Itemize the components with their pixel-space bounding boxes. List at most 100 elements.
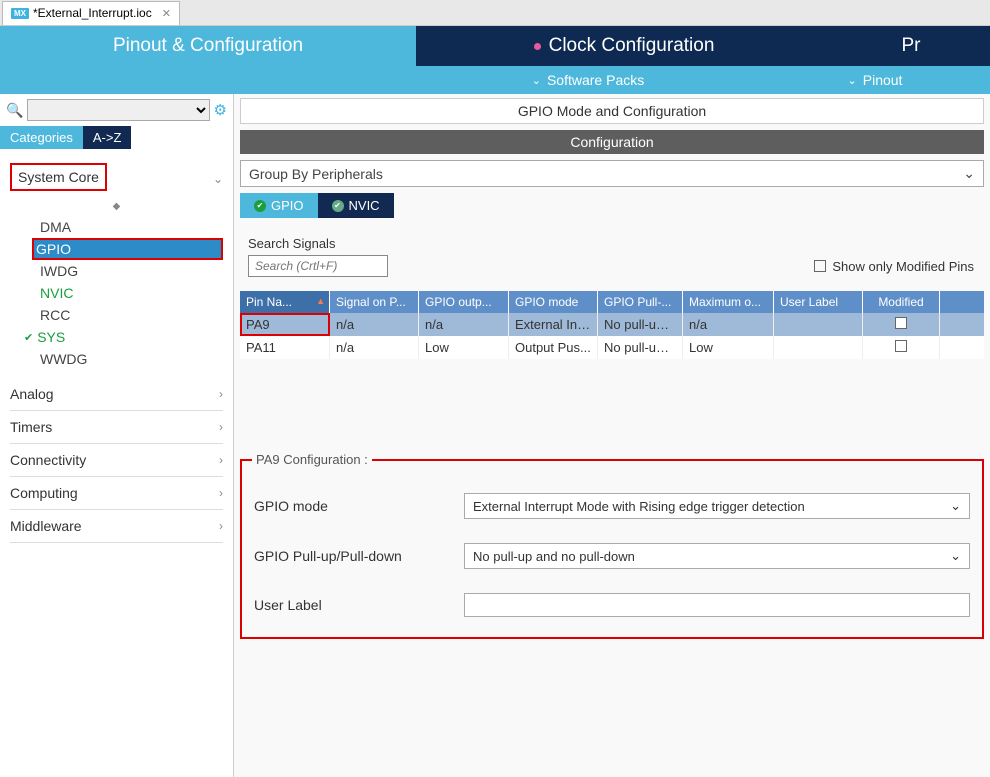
th-label[interactable]: User Label: [774, 291, 863, 313]
table-row[interactable]: PA9 n/a n/a External Int... No pull-up .…: [240, 313, 984, 336]
subnav-software-packs[interactable]: ⌄ Software Packs: [416, 72, 760, 88]
cell-mode: External Int...: [509, 313, 598, 336]
file-tab[interactable]: MX *External_Interrupt.ioc ✕: [2, 1, 180, 25]
mx-icon: MX: [11, 8, 29, 19]
gear-icon[interactable]: ⚙: [214, 101, 227, 119]
th-mode[interactable]: GPIO mode: [509, 291, 598, 313]
cell-signal: n/a: [330, 313, 419, 336]
cell-pin: PA11: [240, 336, 330, 359]
search-icon[interactable]: 🔍: [6, 102, 23, 119]
pull-select[interactable]: No pull-up and no pull-down ⌄: [464, 543, 970, 569]
cell-pull: No pull-up ...: [598, 313, 683, 336]
sidebar-item-dma[interactable]: DMA: [36, 216, 223, 238]
chevron-down-icon: ⌄: [848, 74, 857, 87]
th-label: Pin Na...: [246, 295, 292, 309]
sidebar-search-select[interactable]: [27, 99, 209, 121]
gpio-mode-label: GPIO mode: [254, 498, 464, 514]
select-value: External Interrupt Mode with Rising edge…: [473, 499, 805, 514]
th-modified[interactable]: Modified: [863, 291, 940, 313]
checkbox-icon: [814, 260, 826, 272]
category-computing[interactable]: Computing ›: [10, 477, 223, 510]
subtab-gpio[interactable]: ✔ GPIO: [240, 193, 318, 218]
subnav-pinout[interactable]: ⌄ Pinout: [760, 72, 990, 88]
category-label: Timers: [10, 419, 52, 435]
check-circle-icon: ✔: [254, 200, 266, 212]
subtab-nvic[interactable]: ✔ NVIC: [318, 193, 394, 218]
tab-az[interactable]: A->Z: [83, 126, 132, 149]
sidebar: 🔍 ⚙ Categories A->Z System Core ⌄ ◆ DMA …: [0, 94, 234, 777]
category-timers[interactable]: Timers ›: [10, 411, 223, 444]
cell-signal: n/a: [330, 336, 419, 359]
tab-clock-config[interactable]: Clock Configuration: [416, 26, 832, 66]
subtab-label: GPIO: [271, 198, 304, 213]
cell-modified[interactable]: [863, 313, 940, 336]
sidebar-item-rcc[interactable]: RCC: [36, 304, 223, 326]
chevron-down-icon: ⌄: [532, 74, 541, 87]
category-label: Middleware: [10, 518, 82, 534]
category-connectivity[interactable]: Connectivity ›: [10, 444, 223, 477]
tab-label: Pr: [902, 35, 921, 57]
cell-modified[interactable]: [863, 336, 940, 359]
close-icon[interactable]: ✕: [162, 7, 171, 20]
category-system-core[interactable]: System Core: [10, 163, 107, 191]
config-bar: Configuration: [240, 130, 984, 154]
sidebar-item-sys[interactable]: ✔ SYS: [36, 326, 223, 348]
sort-asc-icon: ▲: [316, 296, 325, 306]
tab-project[interactable]: Pr: [832, 26, 990, 66]
user-label-input[interactable]: [464, 593, 970, 617]
file-tab-name: *External_Interrupt.ioc: [33, 6, 152, 20]
main-nav: Pinout & Configuration Clock Configurati…: [0, 26, 990, 66]
up-arrow-icon[interactable]: ◆: [10, 199, 223, 214]
cell-max: Low: [683, 336, 774, 359]
chevron-down-icon: ⌄: [950, 498, 961, 514]
th-max[interactable]: Maximum o...: [683, 291, 774, 313]
search-signals-label: Search Signals: [248, 236, 984, 251]
cell-mode: Output Pus...: [509, 336, 598, 359]
tab-pinout-config[interactable]: Pinout & Configuration: [0, 26, 416, 66]
pull-label: GPIO Pull-up/Pull-down: [254, 548, 464, 564]
search-signals-input[interactable]: [248, 255, 388, 277]
table-header: Pin Na... ▲ Signal on P... GPIO outp... …: [240, 291, 984, 313]
chevron-right-icon: ›: [219, 519, 223, 533]
th-pull[interactable]: GPIO Pull-...: [598, 291, 683, 313]
category-analog[interactable]: Analog ›: [10, 378, 223, 411]
table-row[interactable]: PA11 n/a Low Output Pus... No pull-up ..…: [240, 336, 984, 359]
cell-pin: PA9: [240, 313, 330, 336]
select-value: No pull-up and no pull-down: [473, 549, 635, 564]
checkbox-icon: [895, 340, 907, 352]
sub-nav: ⌄ Software Packs ⌄ Pinout: [0, 66, 990, 94]
th-signal[interactable]: Signal on P...: [330, 291, 419, 313]
th-output[interactable]: GPIO outp...: [419, 291, 509, 313]
cell-pull: No pull-up ...: [598, 336, 683, 359]
file-tab-bar: MX *External_Interrupt.ioc ✕: [0, 0, 990, 26]
user-label-label: User Label: [254, 597, 464, 613]
sidebar-item-label: SYS: [37, 329, 65, 345]
check-icon: ✔: [24, 331, 33, 344]
chevron-right-icon: ›: [219, 420, 223, 434]
category-middleware[interactable]: Middleware ›: [10, 510, 223, 543]
main-panel: GPIO Mode and Configuration Configuratio…: [234, 94, 990, 777]
chevron-right-icon: ›: [219, 486, 223, 500]
th-pin-name[interactable]: Pin Na... ▲: [240, 291, 330, 313]
pa9-config-form: PA9 Configuration : GPIO mode External I…: [240, 459, 984, 639]
sidebar-item-iwdg[interactable]: IWDG: [36, 260, 223, 282]
gpio-mode-select[interactable]: External Interrupt Mode with Rising edge…: [464, 493, 970, 519]
cell-output: Low: [419, 336, 509, 359]
subnav-label: Pinout: [863, 72, 903, 88]
subtab-label: NVIC: [349, 198, 380, 213]
show-modified-checkbox[interactable]: Show only Modified Pins: [814, 259, 974, 274]
tab-categories[interactable]: Categories: [0, 126, 83, 149]
sidebar-item-wwdg[interactable]: WWDG: [36, 348, 223, 370]
chevron-down-icon: ⌄: [963, 165, 975, 182]
sidebar-item-gpio[interactable]: GPIO: [32, 238, 223, 260]
cell-output: n/a: [419, 313, 509, 336]
checkbox-label: Show only Modified Pins: [832, 259, 974, 274]
sidebar-item-nvic[interactable]: NVIC: [36, 282, 223, 304]
dot-icon: [534, 43, 541, 50]
check-circle-icon: ✔: [332, 200, 344, 212]
group-by-select[interactable]: Group By Peripherals ⌄: [240, 160, 984, 187]
subnav-label: Software Packs: [547, 72, 644, 88]
checkbox-icon: [895, 317, 907, 329]
chevron-right-icon: ›: [219, 387, 223, 401]
chevron-down-icon[interactable]: ⌄: [213, 172, 223, 186]
